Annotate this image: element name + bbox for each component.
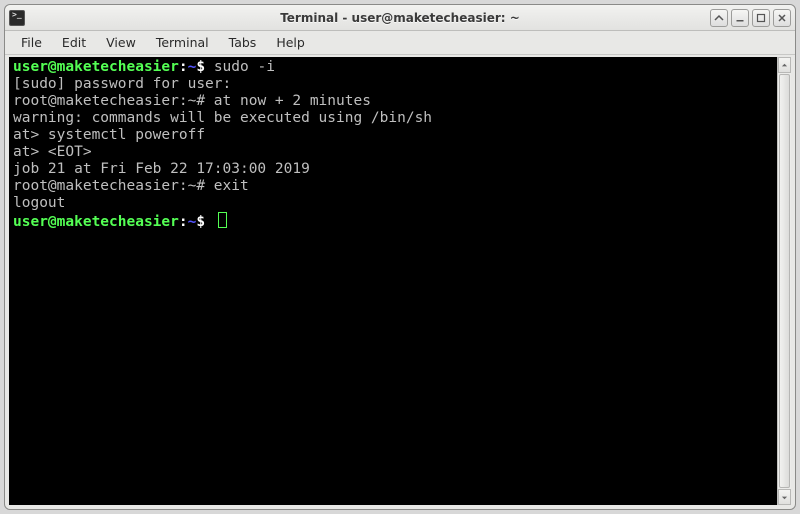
terminal-line: root@maketecheasier:~# exit — [13, 178, 787, 195]
caret-up-icon — [714, 13, 724, 23]
menu-tabs[interactable]: Tabs — [219, 32, 267, 53]
terminal-line: root@maketecheasier:~# at now + 2 minute… — [13, 93, 787, 110]
minimize-button[interactable] — [731, 9, 749, 27]
terminal-line: at> systemctl poweroff — [13, 127, 787, 144]
scroll-down-button[interactable] — [778, 489, 791, 505]
close-icon — [777, 13, 787, 23]
window-title: Terminal - user@maketecheasier: ~ — [5, 11, 795, 25]
close-button[interactable] — [773, 9, 791, 27]
titlebar[interactable]: Terminal - user@maketecheasier: ~ — [5, 5, 795, 31]
terminal-content: user@maketecheasier:~$ sudo -i[sudo] pas… — [13, 59, 787, 231]
cursor — [218, 212, 227, 228]
menubar: File Edit View Terminal Tabs Help — [5, 31, 795, 55]
menu-file[interactable]: File — [11, 32, 52, 53]
terminal-line: [sudo] password for user: — [13, 76, 787, 93]
arrow-up-icon — [781, 62, 788, 69]
menu-help[interactable]: Help — [266, 32, 315, 53]
terminal-app-icon — [9, 10, 25, 26]
terminal-line: user@maketecheasier:~$ sudo -i — [13, 59, 787, 76]
scrollbar[interactable] — [777, 57, 791, 505]
menu-terminal[interactable]: Terminal — [146, 32, 219, 53]
terminal-viewport[interactable]: user@maketecheasier:~$ sudo -i[sudo] pas… — [9, 57, 791, 505]
terminal-line: warning: commands will be executed using… — [13, 110, 787, 127]
minimize-icon — [735, 13, 745, 23]
terminal-window: Terminal - user@maketecheasier: ~ File E… — [4, 4, 796, 510]
terminal-line: job 21 at Fri Feb 22 17:03:00 2019 — [13, 161, 787, 178]
keep-above-button[interactable] — [710, 9, 728, 27]
terminal-line: logout — [13, 195, 787, 212]
scrollbar-thumb[interactable] — [779, 74, 790, 488]
menu-view[interactable]: View — [96, 32, 146, 53]
scroll-up-button[interactable] — [778, 57, 791, 73]
arrow-down-icon — [781, 494, 788, 501]
maximize-icon — [756, 13, 766, 23]
window-controls — [710, 9, 791, 27]
terminal-line: user@maketecheasier:~$ — [13, 212, 787, 231]
menu-edit[interactable]: Edit — [52, 32, 96, 53]
terminal-line: at> <EOT> — [13, 144, 787, 161]
maximize-button[interactable] — [752, 9, 770, 27]
